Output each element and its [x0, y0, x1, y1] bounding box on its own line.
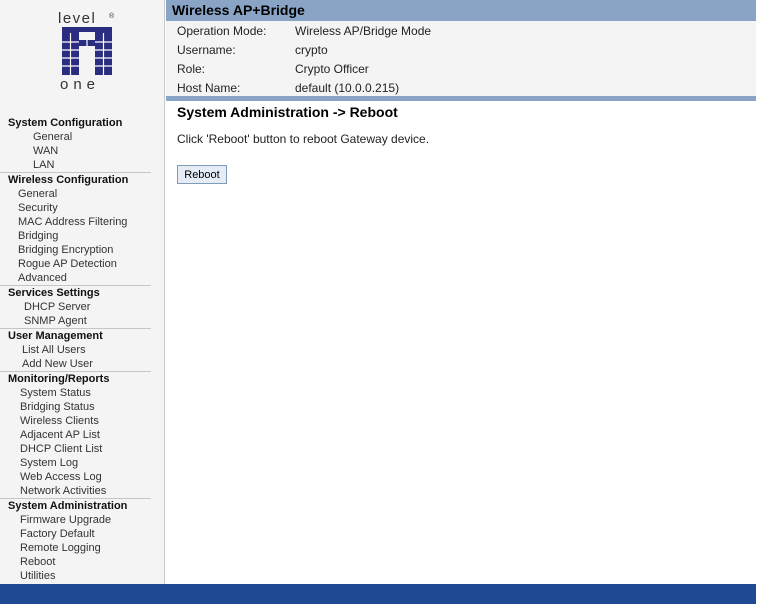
nav-link[interactable]: Reboot	[0, 555, 151, 569]
header-title: Wireless AP+Bridge	[172, 2, 305, 18]
info-row-username: Username: crypto	[177, 41, 328, 60]
info-value: default (10.0.0.215)	[295, 81, 400, 95]
footer-bar	[0, 584, 756, 604]
nav-link[interactable]: General	[0, 130, 151, 144]
nav-link[interactable]: MAC Address Filtering	[0, 215, 151, 229]
sidebar-nav: System Configuration General WAN LAN Wireles…	[0, 116, 151, 586]
nav-link[interactable]: Web Access Log	[0, 470, 151, 484]
nav-link[interactable]: System Status	[0, 386, 151, 400]
nav-link[interactable]: Network Activities	[0, 484, 151, 498]
info-label: Role:	[177, 62, 206, 76]
nav-link[interactable]: Remote Logging	[0, 541, 151, 555]
nav-section-title: Monitoring/Reports	[0, 371, 151, 386]
nav-section-title: System Configuration	[8, 117, 123, 129]
nav-link[interactable]: Advanced	[0, 271, 151, 285]
nav-link[interactable]: Utilities	[0, 569, 151, 583]
reboot-instruction: Click 'Reboot' button to reboot Gateway …	[177, 132, 430, 146]
nav-link[interactable]: SNMP Agent	[0, 314, 151, 328]
header-divider	[166, 96, 756, 101]
logo-mark: ®	[109, 12, 115, 20]
info-value: Crypto Officer	[295, 62, 369, 76]
info-label: Username:	[177, 43, 236, 57]
nav-link[interactable]: LAN	[0, 158, 151, 172]
nav-link[interactable]: Bridging Status	[0, 400, 151, 414]
nav-section-title: User Management	[0, 328, 151, 343]
info-row-role: Role: Crypto Officer	[177, 60, 369, 79]
nav-section-title: Services Settings	[0, 285, 151, 300]
nav-section-title: System Administration	[0, 498, 151, 513]
nav-link[interactable]: System Log	[0, 456, 151, 470]
logo-bottom-text: one	[60, 76, 100, 92]
info-value: Wireless AP/Bridge Mode	[295, 24, 432, 38]
nav-link[interactable]: Rogue AP Detection	[0, 257, 151, 271]
nav-link[interactable]: General	[0, 187, 151, 201]
nav-link[interactable]: Firmware Upgrade	[0, 513, 151, 527]
page-header: Wireless AP+Bridge	[166, 0, 756, 21]
nav-link[interactable]: Adjacent AP List	[0, 428, 151, 442]
nav-link[interactable]: Add New User	[0, 357, 151, 371]
logo-top-text: level	[58, 12, 96, 27]
nav-link[interactable]: List All Users	[0, 343, 151, 357]
page-title: System Administration -> Reboot	[177, 104, 398, 120]
sidebar: level ® one System Configuration General W…	[0, 0, 165, 586]
nav-link[interactable]: Bridging	[0, 229, 151, 243]
info-label: Operation Mode:	[177, 24, 267, 38]
logo-grid	[62, 27, 112, 75]
info-row-operation-mode: Operation Mode: Wireless AP/Bridge Mode	[177, 22, 431, 41]
nav-link[interactable]: DHCP Client List	[0, 442, 151, 456]
nav-section-title: Wireless Configuration	[0, 172, 151, 187]
nav-link[interactable]: WAN	[0, 144, 151, 158]
nav-link[interactable]: Factory Default	[0, 527, 151, 541]
nav-link[interactable]: Security	[0, 201, 151, 215]
nav-link[interactable]: DHCP Server	[0, 300, 151, 314]
device-info-panel: Operation Mode: Wireless AP/Bridge Mode U…	[166, 21, 756, 96]
levelone-logo: level ® one	[58, 12, 115, 92]
nav-link[interactable]: Bridging Encryption	[0, 243, 151, 257]
info-value: crypto	[295, 43, 328, 57]
nav-link[interactable]: Wireless Clients	[0, 414, 151, 428]
reboot-button[interactable]: Reboot	[177, 165, 227, 184]
